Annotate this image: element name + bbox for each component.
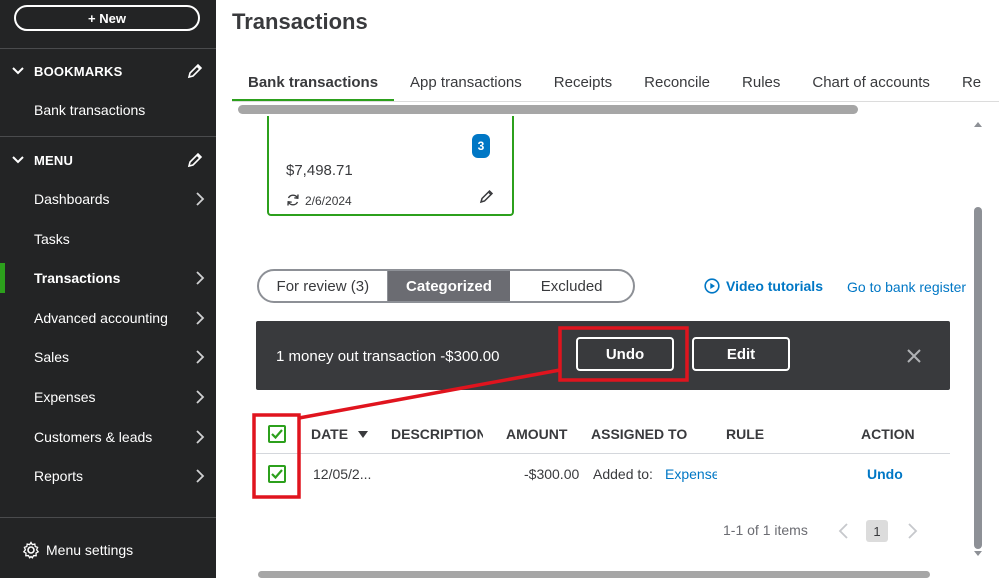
new-button-label: + New — [88, 10, 126, 26]
sidebar-item-label: Expenses — [34, 389, 96, 405]
column-header-date[interactable]: DATE — [311, 426, 368, 442]
menu-settings-label: Menu settings — [46, 542, 134, 558]
sidebar-divider — [0, 48, 216, 49]
video-tutorials-label: Video tutorials — [726, 278, 823, 294]
pencil-icon[interactable] — [479, 188, 495, 204]
menu-settings[interactable]: Menu settings — [0, 517, 216, 578]
sidebar-divider — [0, 136, 216, 137]
scroll-up-arrow-icon[interactable] — [973, 120, 983, 128]
row-undo-link[interactable]: Undo — [867, 466, 903, 482]
column-header-rule[interactable]: RULE — [726, 426, 764, 442]
row-assigned-prefix: Added to: — [593, 466, 653, 482]
segment-excluded[interactable]: Excluded — [510, 271, 633, 301]
bank-account-card[interactable]: 3 $7,498.71 2/6/2024 — [267, 116, 514, 216]
column-header-amount[interactable]: AMOUNT — [506, 426, 567, 442]
column-header-description[interactable]: DESCRIPTION — [391, 426, 483, 442]
play-circle-icon — [704, 278, 720, 294]
sidebar-item-label: Customers & leads — [34, 429, 153, 445]
table-header: DATE DESCRIPTION AMOUNT ASSIGNED TO RULE… — [256, 416, 950, 454]
chevron-right-icon — [196, 350, 205, 364]
sidebar-item-label: Bank transactions — [34, 102, 146, 118]
chevron-right-icon — [196, 469, 205, 483]
checkmark-icon — [271, 469, 283, 480]
page-title: Transactions — [232, 9, 368, 34]
sidebar-item-tasks[interactable]: Tasks — [0, 222, 216, 256]
horizontal-scrollbar[interactable] — [238, 105, 858, 114]
table-row[interactable]: 12/05/2... -$300.00 Added to: Expense Un… — [256, 455, 950, 493]
tab-overflow[interactable]: Re — [946, 70, 997, 102]
tab-app-transactions[interactable]: App transactions — [394, 70, 538, 102]
bookmarks-section-header[interactable]: BOOKMARKS — [0, 56, 216, 86]
gear-icon — [22, 541, 40, 559]
main-content: Transactions Bank transactions App trans… — [216, 0, 999, 578]
page-number-button[interactable]: 1 — [866, 520, 888, 542]
chevron-right-icon — [196, 430, 205, 444]
sidebar-item-label: Reports — [34, 468, 84, 484]
video-tutorials-link[interactable]: Video tutorials — [704, 278, 823, 294]
bookmarks-label: BOOKMARKS — [34, 63, 123, 79]
chevron-right-icon[interactable] — [905, 522, 919, 540]
sidebar-item-reports[interactable]: Reports — [0, 459, 216, 493]
bulk-action-bar: 1 money out transaction -$300.00 Undo Ed… — [256, 321, 950, 390]
sidebar-item-label: Transactions — [34, 270, 121, 286]
chevron-down-icon — [12, 67, 24, 75]
sidebar-item-expenses[interactable]: Expenses — [0, 380, 216, 414]
tab-reconcile[interactable]: Reconcile — [628, 70, 726, 102]
segment-for-review[interactable]: For review (3) — [259, 271, 388, 301]
checkmark-icon — [271, 429, 283, 440]
chevron-right-icon — [196, 311, 205, 325]
pencil-icon[interactable] — [186, 62, 204, 80]
tab-bar: Bank transactions App transactions Recei… — [232, 70, 997, 102]
sidebar-item-customers-leads[interactable]: Customers & leads — [0, 420, 216, 454]
menu-label: MENU — [34, 152, 74, 168]
sidebar-item-sales[interactable]: Sales — [0, 340, 216, 374]
column-header-assigned-to[interactable]: ASSIGNED TO — [591, 426, 687, 442]
horizontal-scrollbar[interactable] — [258, 571, 930, 578]
selection-message: 1 money out transaction -$300.00 — [276, 348, 500, 365]
select-all-checkbox[interactable] — [268, 425, 286, 443]
chevron-right-icon — [196, 390, 205, 404]
chevron-down-icon — [12, 156, 24, 164]
chevron-right-icon — [196, 192, 205, 206]
sidebar-item-label: Tasks — [34, 231, 70, 247]
tab-rules[interactable]: Rules — [726, 70, 796, 102]
segment-categorized[interactable]: Categorized — [387, 271, 511, 301]
row-date: 12/05/2... — [313, 466, 372, 482]
account-balance: $7,498.71 — [286, 162, 353, 179]
tab-bank-transactions[interactable]: Bank transactions — [232, 70, 395, 102]
last-sync-date: 2/6/2024 — [305, 194, 352, 208]
row-assigned-account-link[interactable]: Expense — [665, 466, 717, 482]
chevron-right-icon — [196, 271, 205, 285]
transaction-status-segment: For review (3) Categorized Excluded — [257, 269, 635, 303]
tab-receipts[interactable]: Receipts — [538, 70, 628, 102]
sidebar-item-advanced-accounting[interactable]: Advanced accounting — [0, 301, 216, 335]
column-header-label: DATE — [311, 426, 349, 442]
pencil-icon[interactable] — [186, 151, 204, 169]
column-header-action: ACTION — [861, 426, 915, 442]
row-amount: -$300.00 — [524, 466, 580, 482]
bank-register-link[interactable]: Go to bank register — [847, 279, 966, 295]
pending-count-badge: 3 — [472, 134, 490, 158]
vertical-scrollbar[interactable] — [974, 207, 982, 549]
refresh-icon — [287, 194, 299, 206]
edit-button[interactable]: Edit — [692, 337, 790, 371]
tabs-divider — [232, 101, 999, 102]
sidebar-item-label: Sales — [34, 349, 70, 365]
undo-button[interactable]: Undo — [576, 337, 674, 371]
close-icon[interactable] — [906, 348, 922, 364]
row-checkbox[interactable] — [268, 465, 286, 483]
sort-descending-icon — [357, 431, 368, 439]
sidebar-item-label: Dashboards — [34, 191, 110, 207]
pagination-summary: 1-1 of 1 items — [723, 522, 808, 538]
chevron-left-icon[interactable] — [837, 522, 851, 540]
menu-section-header[interactable]: MENU — [0, 145, 216, 175]
sidebar-item-dashboards[interactable]: Dashboards — [0, 182, 216, 216]
tab-chart-of-accounts[interactable]: Chart of accounts — [796, 70, 946, 102]
scroll-down-arrow-icon[interactable] — [973, 550, 983, 558]
sidebar-item-bank-transactions[interactable]: Bank transactions — [0, 93, 216, 127]
sidebar-item-label: Advanced accounting — [34, 310, 168, 326]
sidebar: + New BOOKMARKS Bank transactions MENU D… — [0, 0, 216, 578]
new-button[interactable]: + New — [14, 5, 200, 31]
sidebar-item-transactions[interactable]: Transactions — [0, 261, 216, 295]
